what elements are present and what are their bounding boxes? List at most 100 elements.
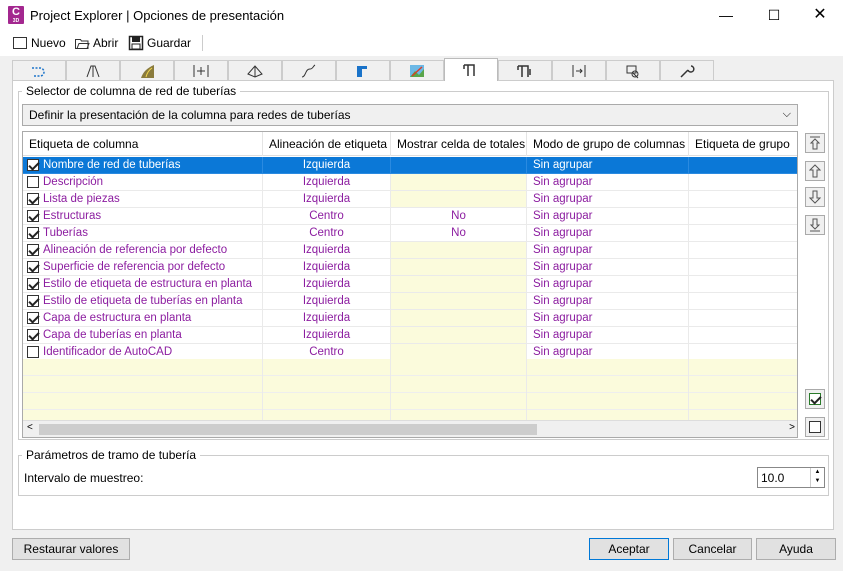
close-button[interactable]: ✕ xyxy=(810,6,830,24)
label-alignment-cell[interactable]: Izquierda xyxy=(263,174,391,191)
group-mode-cell[interactable]: Sin agrupar xyxy=(527,310,689,327)
check-all-button[interactable] xyxy=(805,389,825,409)
row-checkbox[interactable] xyxy=(27,278,39,290)
tab-surface[interactable] xyxy=(228,60,282,80)
horizontal-scrollbar[interactable]: < > xyxy=(23,420,797,437)
column-label-cell[interactable]: Estilo de etiqueta de tuberías en planta xyxy=(23,293,263,310)
row-checkbox[interactable] xyxy=(27,346,39,358)
column-label-cell[interactable]: Descripción xyxy=(23,174,263,191)
table-row[interactable]: Estructuras Centro No Sin agrupar xyxy=(23,208,797,225)
group-mode-cell[interactable]: Sin agrupar xyxy=(527,208,689,225)
row-checkbox[interactable] xyxy=(27,210,39,222)
column-label-cell[interactable]: Tuberías xyxy=(23,225,263,242)
tab-settings[interactable] xyxy=(660,60,714,80)
tab-alignment[interactable] xyxy=(12,60,66,80)
group-label-cell[interactable] xyxy=(689,293,797,310)
table-row[interactable]: Capa de estructura en planta Izquierda Sin… xyxy=(23,310,797,327)
group-label-cell[interactable] xyxy=(689,225,797,242)
column-header[interactable]: Mostrar celda de totales xyxy=(391,132,527,156)
tab-parcel[interactable] xyxy=(336,60,390,80)
row-checkbox[interactable] xyxy=(27,295,39,307)
label-alignment-cell[interactable]: Izquierda xyxy=(263,310,391,327)
group-label-cell[interactable] xyxy=(689,191,797,208)
totals-cell[interactable] xyxy=(391,242,527,259)
totals-cell[interactable] xyxy=(391,327,527,344)
minimize-button[interactable]: — xyxy=(716,6,736,24)
group-mode-cell[interactable]: Sin agrupar xyxy=(527,174,689,191)
restore-values-button[interactable]: Restaurar valores xyxy=(12,538,130,560)
row-checkbox[interactable] xyxy=(27,261,39,273)
group-label-cell[interactable] xyxy=(689,327,797,344)
group-mode-cell[interactable]: Sin agrupar xyxy=(527,225,689,242)
group-label-cell[interactable] xyxy=(689,310,797,327)
cancel-button[interactable]: Cancelar xyxy=(673,538,752,560)
table-row[interactable]: Lista de piezas Izquierda Sin agrupar xyxy=(23,191,797,208)
column-label-cell[interactable]: Alineación de referencia por defecto xyxy=(23,242,263,259)
row-checkbox[interactable] xyxy=(27,244,39,256)
totals-cell[interactable] xyxy=(391,310,527,327)
totals-cell[interactable] xyxy=(391,157,527,174)
tab-section-view[interactable] xyxy=(552,60,606,80)
tab-sample-lines[interactable] xyxy=(174,60,228,80)
save-button[interactable]: Guardar xyxy=(128,34,191,52)
group-mode-cell[interactable]: Sin agrupar xyxy=(527,242,689,259)
move-down-button[interactable] xyxy=(805,187,825,207)
row-checkbox[interactable] xyxy=(27,312,39,324)
tab-corridor[interactable] xyxy=(120,60,174,80)
scroll-left-icon[interactable]: < xyxy=(27,422,33,433)
row-checkbox[interactable] xyxy=(27,193,39,205)
label-alignment-cell[interactable]: Izquierda xyxy=(263,293,391,310)
totals-cell[interactable] xyxy=(391,191,527,208)
label-alignment-cell[interactable]: Centro xyxy=(263,225,391,242)
label-alignment-cell[interactable]: Izquierda xyxy=(263,259,391,276)
table-row[interactable]: Estilo de etiqueta de estructura en plan… xyxy=(23,276,797,293)
totals-cell[interactable] xyxy=(391,276,527,293)
spin-up-icon[interactable]: ▲ xyxy=(811,468,824,477)
totals-cell[interactable]: No xyxy=(391,208,527,225)
spin-down-icon[interactable]: ▼ xyxy=(811,477,824,486)
help-button[interactable]: Ayuda xyxy=(756,538,836,560)
totals-cell[interactable] xyxy=(391,293,527,310)
table-row[interactable]: Superficie de referencia por defecto Izqu… xyxy=(23,259,797,276)
sampling-interval-input[interactable]: 10.0 ▲ ▼ xyxy=(757,467,825,488)
move-to-top-button[interactable] xyxy=(805,133,825,153)
group-mode-cell[interactable]: Sin agrupar xyxy=(527,276,689,293)
group-label-cell[interactable] xyxy=(689,242,797,259)
group-label-cell[interactable] xyxy=(689,276,797,293)
group-mode-cell[interactable]: Sin agrupar xyxy=(527,259,689,276)
label-alignment-cell[interactable]: Izquierda xyxy=(263,157,391,174)
row-checkbox[interactable] xyxy=(27,329,39,341)
table-row[interactable]: Capa de tuberías en planta Izquierda Sin a… xyxy=(23,327,797,344)
group-label-cell[interactable] xyxy=(689,157,797,174)
totals-cell[interactable]: No xyxy=(391,225,527,242)
table-row[interactable]: Tuberías Centro No Sin agrupar xyxy=(23,225,797,242)
table-row[interactable]: Alineación de referencia por defecto Izqu… xyxy=(23,242,797,259)
network-type-dropdown[interactable]: Definir la presentación de la columna pa… xyxy=(22,104,798,126)
tab-feature-line[interactable] xyxy=(282,60,336,80)
tab-profile[interactable] xyxy=(66,60,120,80)
row-checkbox[interactable] xyxy=(27,227,39,239)
column-label-cell[interactable]: Capa de tuberías en planta xyxy=(23,327,263,344)
open-button[interactable]: Abrir xyxy=(74,34,118,52)
group-label-cell[interactable] xyxy=(689,174,797,191)
column-header[interactable]: Modo de grupo de columnas xyxy=(527,132,689,156)
move-up-button[interactable] xyxy=(805,161,825,181)
column-label-cell[interactable]: Estructuras xyxy=(23,208,263,225)
label-alignment-cell[interactable]: Izquierda xyxy=(263,327,391,344)
column-header[interactable]: Etiqueta de grupo xyxy=(689,132,797,156)
column-label-cell[interactable]: Lista de piezas xyxy=(23,191,263,208)
totals-cell[interactable] xyxy=(391,259,527,276)
new-button[interactable]: Nuevo xyxy=(12,34,66,52)
column-header[interactable]: Etiqueta de columna xyxy=(23,132,263,156)
column-label-cell[interactable]: Estilo de etiqueta de estructura en plan… xyxy=(23,276,263,293)
totals-cell[interactable] xyxy=(391,174,527,191)
table-row[interactable]: Nombre de red de tuberías Izquierda Sin ag… xyxy=(23,157,797,174)
scrollbar-thumb[interactable] xyxy=(39,424,537,435)
label-alignment-cell[interactable]: Izquierda xyxy=(263,242,391,259)
tab-map[interactable] xyxy=(390,60,444,80)
table-row[interactable]: Descripción Izquierda Sin agrupar xyxy=(23,174,797,191)
group-mode-cell[interactable]: Sin agrupar xyxy=(527,293,689,310)
group-mode-cell[interactable]: Sin agrupar xyxy=(527,327,689,344)
spinner[interactable]: ▲ ▼ xyxy=(810,468,824,487)
column-header[interactable]: Alineación de etiqueta xyxy=(263,132,391,156)
